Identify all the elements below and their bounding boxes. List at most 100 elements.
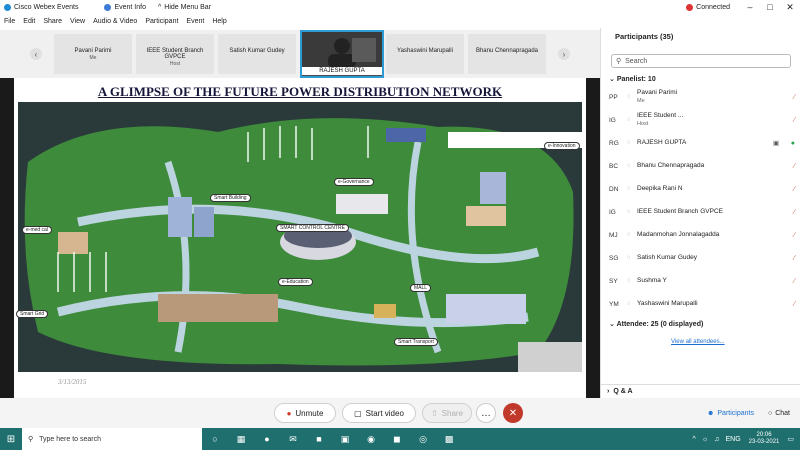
participant-tile[interactable]: Bhanu Chennapragada bbox=[468, 34, 546, 74]
notifications-icon[interactable]: ▭ bbox=[787, 435, 794, 443]
e-governance-label: e-Governance bbox=[334, 178, 374, 186]
share-icon: ⇧ bbox=[430, 408, 438, 418]
search-icon: ⚲ bbox=[616, 58, 622, 65]
input-language[interactable]: ENG bbox=[726, 436, 741, 443]
task-view-icon[interactable]: ▦ bbox=[228, 434, 254, 445]
shared-content-area: A GLIMPSE OF THE FUTURE POWER DISTRIBUTI… bbox=[0, 78, 600, 398]
recording-icon bbox=[686, 3, 694, 11]
unmute-button[interactable]: ● Unmute bbox=[274, 403, 336, 423]
panelist-row[interactable]: DN ◌ Deepika Rani N ⁄ bbox=[609, 178, 795, 200]
menu-file[interactable]: File bbox=[4, 18, 15, 25]
attendee-section-header[interactable]: ⌄ Attendee: 25 (0 displayed) bbox=[609, 320, 703, 328]
menu-event[interactable]: Event bbox=[186, 18, 204, 25]
photos-icon[interactable]: ▩ bbox=[436, 434, 462, 445]
taskbar-clock[interactable]: 20:06 23-03-2021 bbox=[749, 432, 780, 446]
qa-section-header[interactable]: › Q & A bbox=[601, 384, 800, 398]
powerpoint-icon[interactable]: ◼ bbox=[384, 434, 410, 445]
chevron-down-icon: ⌄ bbox=[609, 76, 617, 83]
panelist-row[interactable]: IG ◌ IEEE Student ... Host ⁄ bbox=[609, 109, 795, 131]
chevron-up-icon[interactable]: ^ bbox=[693, 436, 696, 443]
windows-start-icon[interactable]: ⊞ bbox=[0, 434, 22, 445]
mic-muted-icon: ⁄ bbox=[793, 185, 795, 193]
menu-share[interactable]: Share bbox=[43, 18, 62, 25]
menu-audio-video[interactable]: Audio & Video bbox=[93, 18, 137, 25]
mic-muted-icon: ⁄ bbox=[793, 208, 795, 216]
panelist-row[interactable]: SY ◌ Sushma Y ⁄ bbox=[609, 270, 795, 292]
smart-city-illustration bbox=[18, 102, 582, 372]
volume-icon[interactable]: ♫ bbox=[714, 436, 719, 443]
menu-view[interactable]: View bbox=[70, 18, 85, 25]
camera-icon: ▢ bbox=[354, 408, 362, 418]
video-feed-image bbox=[302, 32, 382, 68]
start-video-button[interactable]: ▢ Start video bbox=[342, 403, 416, 423]
active-video-tile[interactable]: RAJESH GUPTA bbox=[300, 30, 384, 78]
store-icon[interactable]: ▣ bbox=[332, 434, 358, 445]
mic-icon: ◌ bbox=[627, 94, 631, 100]
mic-muted-icon: ⁄ bbox=[793, 93, 795, 101]
panelist-row[interactable]: RG ◌ RAJESH GUPTA ▣ ● bbox=[609, 132, 795, 154]
taskbar-search-input[interactable]: ⚲ Type here to search bbox=[22, 428, 202, 450]
participant-tile[interactable]: Pavani Parimi Me bbox=[54, 34, 132, 74]
cortana-icon[interactable]: ○ bbox=[202, 434, 228, 444]
mic-icon: ◌ bbox=[627, 186, 631, 192]
menu-edit[interactable]: Edit bbox=[23, 18, 35, 25]
e-education-label: e-Education bbox=[278, 278, 313, 286]
chevron-right-icon: › bbox=[607, 388, 610, 395]
view-all-attendees-link[interactable]: View all attendees... bbox=[671, 339, 725, 345]
mic-icon: ◌ bbox=[627, 209, 631, 215]
mic-muted-icon: ⁄ bbox=[793, 162, 795, 170]
participant-search-input[interactable]: ⚲ Search bbox=[611, 54, 791, 68]
panelist-row[interactable]: YM ◌ Yashaswini Marupalli ⁄ bbox=[609, 293, 795, 315]
panelist-row[interactable]: BC ◌ Bhanu Chennapragada ⁄ bbox=[609, 155, 795, 177]
strip-next-button[interactable]: › bbox=[558, 48, 570, 60]
edge-browser-icon[interactable]: ● bbox=[254, 434, 280, 444]
panelist-row[interactable]: IG ◌ IEEE Student Branch GVPCE ⁄ bbox=[609, 201, 795, 223]
mail-icon[interactable]: ✉ bbox=[280, 434, 306, 445]
participant-tile[interactable]: Satish Kumar Gudey bbox=[218, 34, 296, 74]
participant-tile[interactable]: IEEE Student Branch GVPCE Host bbox=[136, 34, 214, 74]
chrome-icon[interactable]: ◉ bbox=[358, 434, 384, 445]
panelist-row[interactable]: MJ ◌ Madanmohan Jonnalagadda ⁄ bbox=[609, 224, 795, 246]
menu-help[interactable]: Help bbox=[212, 18, 226, 25]
webex-taskbar-icon[interactable]: ◎ bbox=[410, 434, 436, 445]
mic-icon: ◌ bbox=[627, 163, 631, 169]
mic-icon: ◌ bbox=[627, 255, 631, 261]
more-options-button[interactable]: … bbox=[476, 403, 496, 423]
mic-muted-icon: ⁄ bbox=[793, 277, 795, 285]
connection-status: Connected bbox=[696, 3, 730, 11]
e-innovation-label: e-Innovation bbox=[544, 142, 580, 150]
chat-icon: ○ bbox=[767, 409, 773, 417]
chat-tab-button[interactable]: ○ Chat bbox=[768, 410, 790, 417]
share-button[interactable]: ⇧ Share bbox=[422, 403, 472, 423]
strip-prev-button[interactable]: ‹ bbox=[30, 48, 42, 60]
mic-muted-icon: ⁄ bbox=[793, 300, 795, 308]
system-tray: ^ ☼ ♫ ENG 20:06 23-03-2021 ▭ bbox=[693, 432, 794, 446]
leave-meeting-button[interactable]: ✕ bbox=[503, 403, 523, 423]
panelist-row[interactable]: PP ◌ Pavani Parimi Me ⁄ bbox=[609, 86, 795, 108]
mic-icon: ◌ bbox=[627, 117, 631, 123]
people-icon: ☻ bbox=[707, 409, 715, 417]
maximize-button[interactable]: □ bbox=[760, 2, 780, 12]
chevron-down-icon: ⌄ bbox=[609, 321, 617, 328]
windows-taskbar: ⊞ ⚲ Type here to search ○ ▦ ● ✉ ■ ▣ ◉ ◼ … bbox=[0, 428, 800, 450]
file-explorer-icon[interactable]: ■ bbox=[306, 434, 332, 444]
mic-muted-icon: ⁄ bbox=[793, 254, 795, 262]
participants-panel: Participants (35) ⚲ Search ⌄ Panelist: 1… bbox=[600, 28, 800, 398]
network-icon[interactable]: ☼ bbox=[702, 436, 708, 443]
menu-participant[interactable]: Participant bbox=[145, 18, 178, 25]
mic-muted-icon: ● bbox=[286, 408, 292, 418]
title-bar: Cisco Webex Events Event Info ^ Hide Men… bbox=[0, 0, 800, 14]
close-button[interactable]: ✕ bbox=[780, 2, 800, 13]
mic-icon: ◌ bbox=[627, 232, 631, 238]
mic-icon: ◌ bbox=[627, 301, 631, 307]
panelist-section-header[interactable]: ⌄ Panelist: 10 bbox=[609, 75, 656, 83]
event-info-button[interactable]: Event Info bbox=[104, 3, 146, 11]
participants-tab-button[interactable]: ☻ Participants bbox=[707, 410, 754, 417]
webex-logo-icon bbox=[4, 4, 11, 11]
hide-menu-bar-button[interactable]: ^ Hide Menu Bar bbox=[158, 4, 211, 11]
participant-tile[interactable]: Yashaswini Marupalli bbox=[386, 34, 464, 74]
minimize-button[interactable]: – bbox=[740, 2, 760, 12]
panelist-row[interactable]: SG ◌ Satish Kumar Gudey ⁄ bbox=[609, 247, 795, 269]
participants-panel-header[interactable]: Participants (35) bbox=[601, 28, 800, 44]
video-camera-icon: ▣ bbox=[773, 140, 780, 147]
